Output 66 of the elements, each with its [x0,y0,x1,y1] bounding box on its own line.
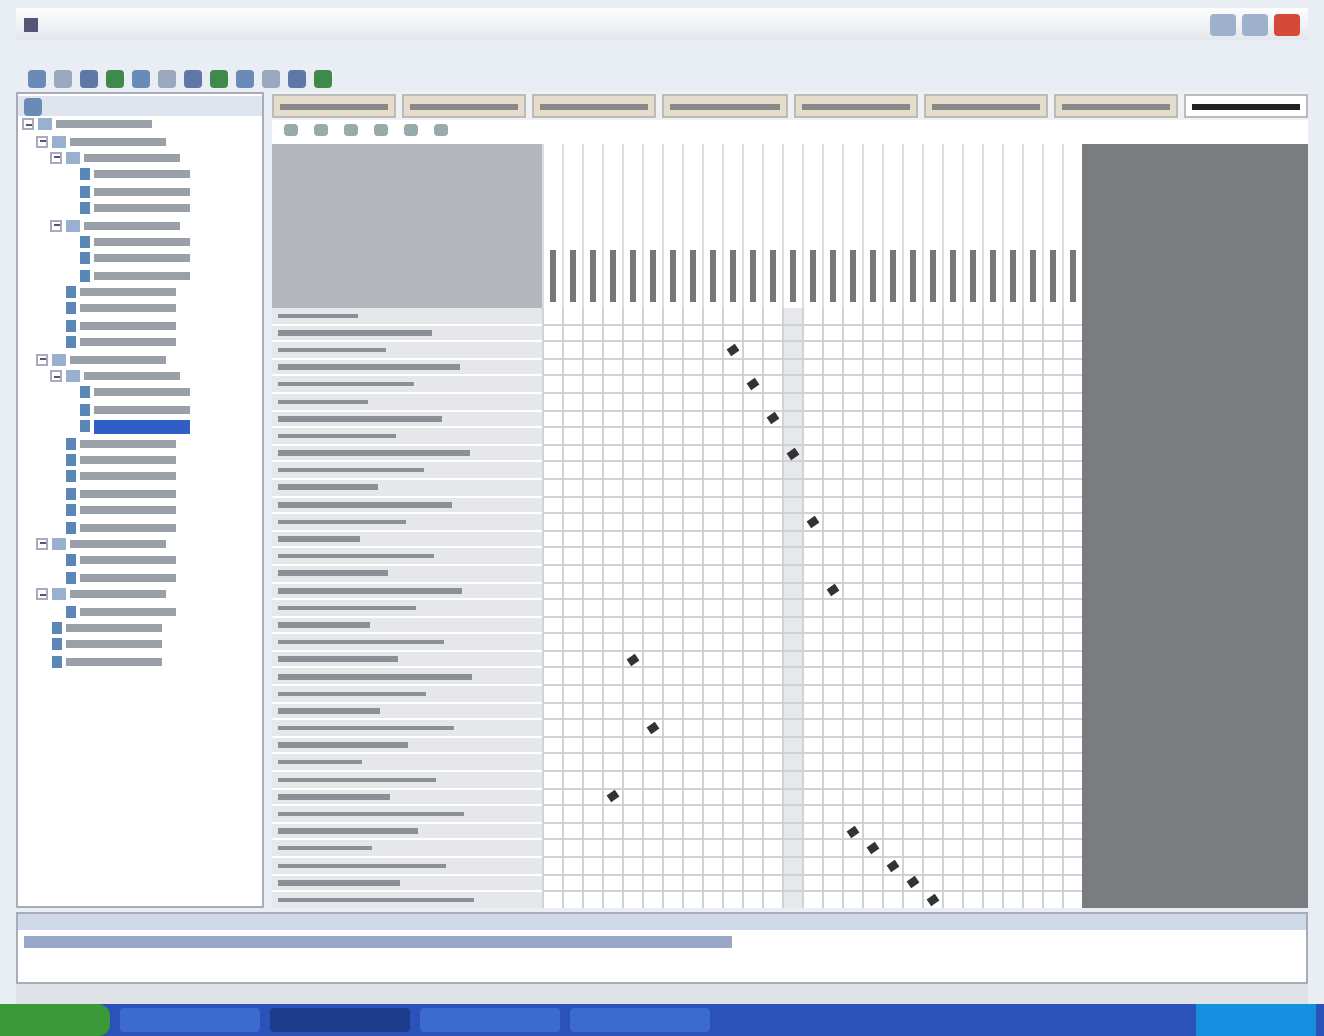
tree-item[interactable] [66,657,162,666]
start-button[interactable] [0,1004,110,1036]
system-tray [1196,1004,1316,1036]
tree-item[interactable] [84,372,180,381]
taskbar-button[interactable] [270,1008,410,1032]
check-mark-icon [746,378,760,391]
tree-item[interactable] [80,556,176,565]
folder-icon [66,219,80,232]
check-mark-icon [646,721,660,735]
tree-item[interactable] [94,271,190,280]
check-mark-icon [726,343,740,357]
check-mark-icon [606,790,620,803]
taskbar-button[interactable] [120,1008,260,1032]
expander-icon[interactable] [22,118,34,131]
check-mark-icon [806,515,820,528]
expander-icon[interactable] [36,537,48,550]
expander-icon[interactable] [36,588,48,601]
tree-item[interactable] [80,523,176,532]
check-mark-icon [786,446,800,460]
check-mark-icon [826,584,840,597]
tree-item[interactable] [80,573,176,582]
tree-item[interactable] [70,539,166,548]
tree-item[interactable] [80,472,176,481]
tree-item[interactable] [80,506,176,515]
tree-item[interactable] [80,607,176,616]
tree-item[interactable] [70,590,166,599]
tree-item[interactable] [94,170,190,179]
tree-item[interactable] [80,304,176,313]
tree-item[interactable] [94,187,190,196]
close-button[interactable] [1274,13,1300,35]
tree-item[interactable] [94,419,190,434]
toolbar-icon[interactable] [344,124,358,136]
tree-item[interactable] [94,204,190,213]
expander-icon[interactable] [36,353,48,366]
tree-item[interactable] [80,288,176,297]
check-mark-icon [766,412,780,425]
expander-icon[interactable] [50,219,62,232]
toolbar-icon[interactable] [374,124,388,136]
tree-item[interactable] [94,388,190,397]
tree-item[interactable] [80,439,176,448]
folder-icon [52,537,66,550]
tree-item[interactable] [94,405,190,414]
tree-item[interactable] [84,153,180,162]
toolbar-icon[interactable] [284,124,298,136]
check-mark-icon [626,653,640,666]
expander-icon[interactable] [50,370,62,383]
tab[interactable] [1183,94,1308,118]
expander-icon[interactable] [36,135,48,148]
folder-icon [52,588,66,601]
taskbar-button[interactable] [570,1008,710,1032]
toolbar-icon[interactable] [404,124,418,136]
taskbar-button[interactable] [420,1008,560,1032]
tree-item[interactable] [80,338,176,347]
app-icon [24,17,38,31]
tree-item[interactable] [80,321,176,330]
tree-item[interactable] [80,489,176,498]
tree-item[interactable] [66,640,162,649]
minimize-button[interactable] [1210,13,1236,35]
tree-item[interactable] [94,254,190,263]
expander-icon[interactable] [50,151,62,164]
tree-item[interactable] [84,221,180,230]
tree-item[interactable] [66,623,162,632]
maximize-button[interactable] [1242,13,1268,35]
tree-item[interactable] [94,237,190,246]
toolbar-icon[interactable] [434,124,448,136]
toolbar-icon[interactable] [314,124,328,136]
